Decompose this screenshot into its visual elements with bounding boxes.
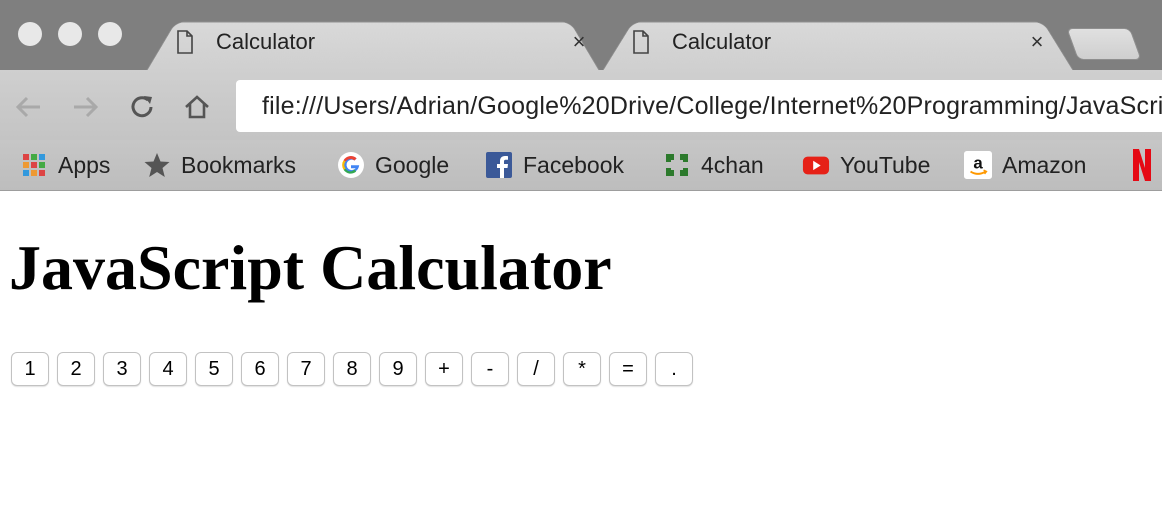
browser-chrome: Calculator × Calculator × file:///Users/… — [0, 0, 1162, 191]
bookmark-youtube[interactable]: YouTube — [802, 146, 930, 184]
google-icon — [337, 151, 365, 179]
bookmark-label: YouTube — [840, 151, 931, 178]
calc-button-8[interactable]: 8 — [333, 352, 371, 386]
page-title: JavaScript Calculator — [9, 232, 612, 303]
forward-button[interactable] — [68, 90, 102, 124]
home-button[interactable] — [180, 90, 214, 124]
url-text[interactable]: file:///Users/Adrian/Google%20Drive/Coll… — [262, 92, 1162, 121]
calc-button-3[interactable]: 3 — [103, 352, 141, 386]
bookmark-label: Bookmarks — [181, 151, 297, 178]
bookmark-apps[interactable]: Apps — [20, 146, 110, 184]
back-button[interactable] — [12, 90, 46, 124]
home-icon — [185, 95, 209, 119]
4chan-icon — [663, 151, 691, 179]
new-tab-button[interactable] — [1066, 28, 1142, 60]
netflix-icon — [1128, 149, 1156, 181]
tab-1-title: Calculator — [216, 29, 316, 54]
calc-button-minus[interactable]: - — [471, 352, 509, 386]
arrow-right-icon — [74, 96, 99, 118]
calc-button-1[interactable]: 1 — [11, 352, 49, 386]
tab-2-content[interactable]: Calculator × — [632, 14, 1050, 70]
page-content: JavaScript Calculator 1 2 3 4 5 6 7 8 9 … — [0, 191, 1162, 528]
document-icon — [633, 30, 649, 54]
bookmark-bookmarks[interactable]: Bookmarks — [143, 146, 296, 184]
calculator-keypad: 1 2 3 4 5 6 7 8 9 + - / * = . — [11, 352, 701, 386]
bookmarks-bar: Apps Bookmarks Google Facebook 4chan You… — [0, 140, 1162, 190]
window-close-button[interactable] — [18, 22, 42, 46]
window-zoom-button[interactable] — [98, 22, 122, 46]
bookmark-amazon[interactable]: a Amazon — [964, 146, 1086, 184]
facebook-icon — [485, 151, 513, 179]
window-minimize-button[interactable] — [58, 22, 82, 46]
calc-button-6[interactable]: 6 — [241, 352, 279, 386]
star-icon — [143, 151, 171, 179]
bookmark-label: Google — [375, 151, 450, 178]
toolbar: file:///Users/Adrian/Google%20Drive/Coll… — [0, 70, 1162, 140]
youtube-icon — [802, 151, 830, 179]
tab-strip: Calculator × Calculator × — [0, 0, 1162, 71]
bookmark-netflix[interactable] — [1128, 146, 1162, 184]
calc-button-equals[interactable]: = — [609, 352, 647, 386]
calc-button-decimal[interactable]: . — [655, 352, 693, 386]
bookmark-facebook[interactable]: Facebook — [485, 146, 624, 184]
bookmark-label: 4chan — [701, 151, 764, 178]
calc-button-7[interactable]: 7 — [287, 352, 325, 386]
calc-button-4[interactable]: 4 — [149, 352, 187, 386]
svg-text:a: a — [973, 154, 983, 173]
reload-button[interactable] — [125, 90, 159, 124]
address-bar[interactable]: file:///Users/Adrian/Google%20Drive/Coll… — [236, 80, 1162, 132]
bookmark-google[interactable]: Google — [337, 146, 449, 184]
apps-grid-icon — [20, 151, 48, 179]
calc-button-9[interactable]: 9 — [379, 352, 417, 386]
bookmark-label: Apps — [58, 151, 111, 178]
calc-button-2[interactable]: 2 — [57, 352, 95, 386]
reload-icon — [131, 96, 153, 118]
calc-button-multiply[interactable]: * — [563, 352, 601, 386]
tab-1-content[interactable]: Calculator × — [176, 14, 592, 70]
bookmark-label: Facebook — [523, 151, 625, 178]
arrow-left-icon — [15, 96, 40, 118]
calc-button-5[interactable]: 5 — [195, 352, 233, 386]
bookmark-4chan[interactable]: 4chan — [663, 146, 764, 184]
calc-button-plus[interactable]: + — [425, 352, 463, 386]
document-icon — [177, 30, 193, 54]
tab-1-close-icon[interactable]: × — [566, 29, 592, 55]
tab-2-close-icon[interactable]: × — [1024, 29, 1050, 55]
tab-2-title: Calculator — [672, 29, 772, 54]
bookmark-label: Amazon — [1002, 151, 1087, 178]
amazon-icon: a — [964, 151, 992, 179]
calc-button-divide[interactable]: / — [517, 352, 555, 386]
